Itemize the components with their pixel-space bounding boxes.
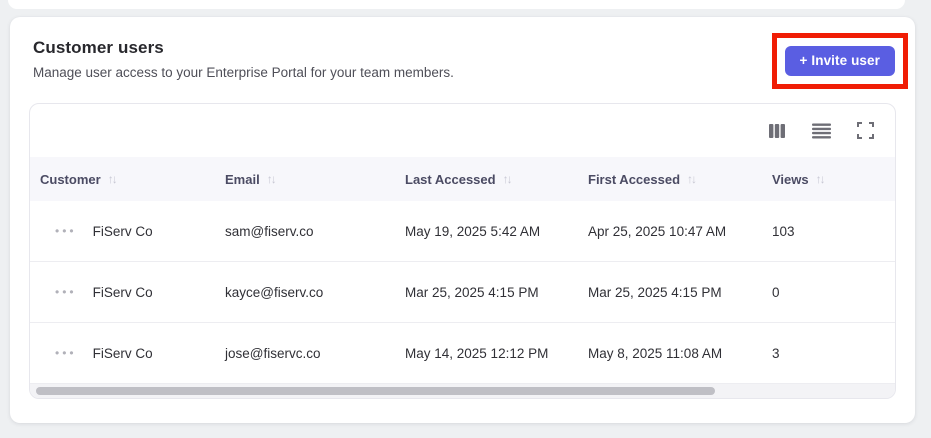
card-header: Customer users Manage user access to you… [10,17,915,89]
column-label: Views [772,171,809,187]
cell-first-accessed: Apr 25, 2025 10:47 AM [588,223,727,239]
column-label: Email [225,171,260,187]
row-menu-icon[interactable]: ••• [55,225,77,237]
cell-first-accessed: Mar 25, 2025 4:15 PM [588,284,722,300]
table-toolbar [30,104,895,157]
column-label: Last Accessed [405,171,496,187]
row-menu-icon[interactable]: ••• [55,286,77,298]
column-label: Customer [40,171,101,187]
table-row[interactable]: ••• FiServ Co sam@fiserv.co May 19, 2025… [30,201,895,262]
column-label: First Accessed [588,171,681,187]
users-table: Customer ↑↓ Email ↑↓ Last Accessed ↑↓ Fi… [29,103,896,399]
horizontal-scrollbar[interactable] [30,384,895,398]
sort-icon[interactable]: ↑↓ [267,172,277,186]
scrollbar-thumb[interactable] [36,387,715,395]
column-header-customer[interactable]: Customer ↑↓ [30,172,225,187]
cell-last-accessed: May 14, 2025 12:12 PM [405,345,549,361]
cell-customer: FiServ Co [92,223,153,239]
row-menu-icon[interactable]: ••• [55,347,77,359]
columns-icon[interactable] [767,121,787,141]
cell-customer: FiServ Co [92,284,153,300]
cell-last-accessed: Mar 25, 2025 4:15 PM [405,284,539,300]
row-density-icon[interactable] [811,121,831,141]
page-subtitle: Manage user access to your Enterprise Po… [33,65,454,80]
cell-email: jose@fiservc.co [225,345,321,361]
previous-card-bottom-edge [8,0,905,9]
column-header-last-accessed[interactable]: Last Accessed ↑↓ [405,172,588,187]
sort-icon[interactable]: ↑↓ [816,172,826,186]
invite-user-button[interactable]: + Invite user [784,46,895,76]
customer-users-card: Customer users Manage user access to you… [10,17,915,423]
table-row[interactable]: ••• FiServ Co kayce@fiserv.co Mar 25, 20… [30,262,895,323]
sort-icon[interactable]: ↑↓ [687,172,697,186]
page-title: Customer users [33,38,164,57]
cell-first-accessed: May 8, 2025 11:08 AM [588,345,723,361]
sort-icon[interactable]: ↑↓ [503,172,513,186]
cell-views: 103 [772,223,795,239]
column-header-email[interactable]: Email ↑↓ [225,172,405,187]
cell-views: 0 [772,284,780,300]
sort-icon[interactable]: ↑↓ [108,172,118,186]
cell-last-accessed: May 19, 2025 5:42 AM [405,223,541,239]
cell-email: sam@fiserv.co [225,223,314,239]
table-header-row: Customer ↑↓ Email ↑↓ Last Accessed ↑↓ Fi… [30,157,895,201]
cell-views: 3 [772,345,780,361]
column-header-first-accessed[interactable]: First Accessed ↑↓ [588,172,772,187]
fullscreen-icon[interactable] [855,121,875,141]
annotation-highlight-box: + Invite user [771,33,908,89]
table-row[interactable]: ••• FiServ Co jose@fiservc.co May 14, 20… [30,323,895,384]
cell-customer: FiServ Co [92,345,153,361]
column-header-views[interactable]: Views ↑↓ [772,172,895,187]
cell-email: kayce@fiserv.co [225,284,324,300]
